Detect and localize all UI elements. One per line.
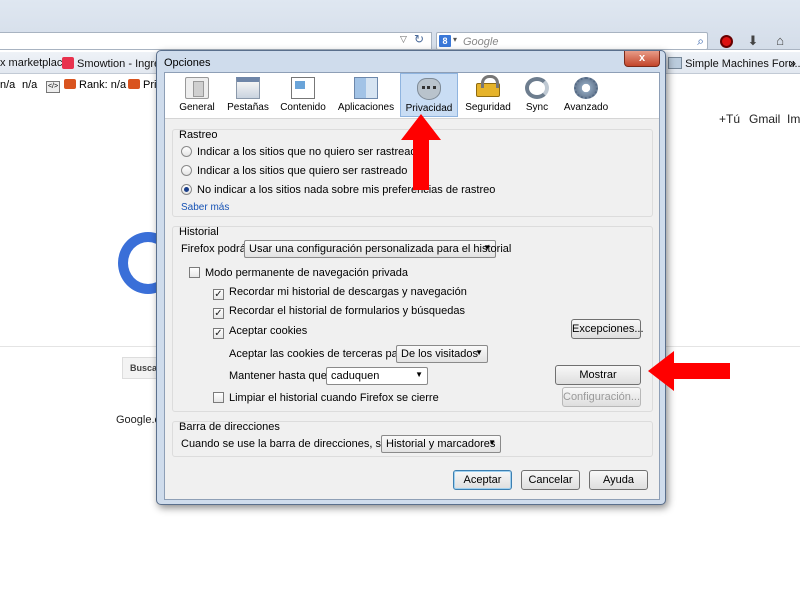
tab-aplicaciones[interactable]: Aplicaciones	[335, 73, 397, 117]
third-party-label: Aceptar las cookies de terceras partes:	[229, 348, 420, 360]
exceptions-button[interactable]: Excepciones...	[571, 319, 644, 339]
cancel-button[interactable]: Cancelar	[521, 470, 580, 490]
content-icon	[291, 77, 315, 99]
history-group: Historial Firefox podrá: Usar una config…	[172, 226, 653, 412]
checkbox[interactable]	[213, 392, 224, 403]
chevron-down-icon: ▼	[415, 370, 423, 379]
chevron-down-icon: ▼	[483, 243, 491, 252]
address-bar-suggest-label: Cuando se use la barra de direcciones, s…	[181, 438, 413, 450]
group-title: Rastreo	[179, 129, 218, 141]
addon-item[interactable]: n/a	[22, 79, 37, 91]
smowtion-icon	[62, 57, 74, 69]
record-icon[interactable]	[718, 33, 734, 49]
tracking-option-nothing[interactable]: No indicar a los sitios nada sobre mis p…	[181, 184, 495, 196]
tab-privacidad[interactable]: Privacidad	[400, 73, 458, 117]
tabs-icon	[236, 77, 260, 99]
addon-icon	[128, 79, 140, 89]
preferences-toolbar: General Pestañas Contenido Aplicaciones …	[165, 73, 659, 119]
google-footer-text: Google.e	[116, 414, 161, 426]
clear-history-checkbox[interactable]: Limpiar el historial cuando Firefox se c…	[213, 392, 439, 404]
gmail-link[interactable]: Gmail	[749, 112, 780, 126]
bookmark-item[interactable]: Simple Machines Foru...	[668, 57, 800, 70]
checkbox-checked[interactable]: ✓	[213, 289, 224, 300]
chevron-down-icon: ▼	[488, 438, 496, 447]
reload-icon[interactable]: ↻	[414, 32, 428, 46]
dialog-title: Opciones	[164, 57, 211, 69]
search-placeholder: Google	[463, 36, 499, 48]
tab-avanzado[interactable]: Avanzado	[561, 73, 611, 117]
addon-item[interactable]: </>	[46, 79, 60, 93]
addon-item[interactable]: Pri	[128, 79, 156, 91]
code-icon: </>	[46, 81, 60, 93]
remember-downloads-checkbox[interactable]: ✓ Recordar mi historial de descargas y na…	[213, 286, 467, 300]
red-arrow-up-icon	[401, 114, 441, 190]
tracking-option-track[interactable]: Indicar a los sitios que quiero ser rast…	[181, 165, 407, 177]
checkbox-checked[interactable]: ✓	[213, 308, 224, 319]
tracking-option-no-track[interactable]: Indicar a los sitios que no quiero ser r…	[181, 146, 423, 158]
third-party-cookies-select[interactable]: De los visitados ▼	[396, 345, 488, 363]
show-cookies-button[interactable]: Mostrar cookies...	[555, 365, 641, 399]
accept-cookies-checkbox[interactable]: ✓ Aceptar cookies	[213, 325, 307, 339]
chevron-down-icon: ▼	[475, 348, 483, 357]
download-icon[interactable]: ⬇	[745, 33, 761, 49]
checkbox[interactable]	[189, 267, 200, 278]
tab-sync[interactable]: Sync	[519, 73, 555, 117]
radio-button[interactable]	[181, 165, 192, 176]
help-button[interactable]: Ayuda	[589, 470, 648, 490]
red-arrow-left-icon	[648, 351, 730, 391]
firefox-will-label: Firefox podrá:	[181, 243, 249, 255]
url-bar[interactable]	[0, 32, 432, 50]
bookmark-item[interactable]: x marketplace	[0, 57, 68, 69]
addon-item[interactable]: n/a	[0, 79, 15, 91]
tab-contenido[interactable]: Contenido	[277, 73, 329, 117]
search-engine-icon[interactable]: 8	[439, 35, 451, 47]
search-go-icon[interactable]: ⌕	[697, 34, 704, 49]
address-bar-group: Barra de direcciones Cuando se use la ba…	[172, 421, 653, 457]
addon-item[interactable]: Rank: n/a	[64, 79, 126, 91]
general-icon	[185, 77, 209, 99]
group-title: Barra de direcciones	[179, 421, 280, 433]
keep-until-select[interactable]: caduquen ▼	[326, 367, 428, 385]
tab-seguridad[interactable]: Seguridad	[463, 73, 513, 117]
privacy-mask-icon	[417, 78, 441, 100]
close-button[interactable]: x	[624, 51, 660, 67]
tab-pestanas[interactable]: Pestañas	[225, 73, 271, 117]
learn-more-link[interactable]: Saber más	[181, 202, 229, 213]
home-icon[interactable]: ⌂	[772, 33, 788, 49]
search-input[interactable]: 8 ▾ Google ⌕	[436, 32, 708, 50]
gear-icon	[574, 77, 598, 99]
forum-icon	[668, 57, 682, 69]
sync-icon	[525, 77, 549, 99]
more-bookmarks-icon[interactable]: »	[789, 56, 796, 70]
radio-button[interactable]	[181, 146, 192, 157]
accept-button[interactable]: Aceptar	[453, 470, 512, 490]
images-link[interactable]: Imá	[787, 112, 800, 126]
group-title: Historial	[179, 226, 219, 238]
history-mode-select[interactable]: Usar una configuración personalizada par…	[244, 240, 511, 258]
padlock-icon	[476, 75, 500, 97]
bookmark-item[interactable]: Smowtion - Ingres	[62, 57, 166, 70]
radio-button-selected[interactable]	[181, 184, 192, 195]
tab-general[interactable]: General	[175, 73, 219, 117]
checkbox-checked[interactable]: ✓	[213, 328, 224, 339]
keep-until-label: Mantener hasta que:	[229, 370, 330, 382]
url-dropdown-icon[interactable]: ▽	[400, 34, 412, 46]
applications-icon	[354, 77, 378, 99]
remember-forms-checkbox[interactable]: ✓ Recordar el historial de formularios y …	[213, 305, 465, 319]
private-mode-checkbox[interactable]: Modo permanente de navegación privada	[189, 267, 408, 279]
search-engine-dropdown-icon[interactable]: ▾	[453, 35, 457, 44]
address-bar-suggest-select[interactable]: Historial y marcadores ▼	[381, 435, 501, 453]
addon-icon	[64, 79, 76, 89]
history-settings-button[interactable]: Configuración...	[562, 387, 641, 407]
google-plus-link[interactable]: +Tú	[719, 112, 740, 126]
